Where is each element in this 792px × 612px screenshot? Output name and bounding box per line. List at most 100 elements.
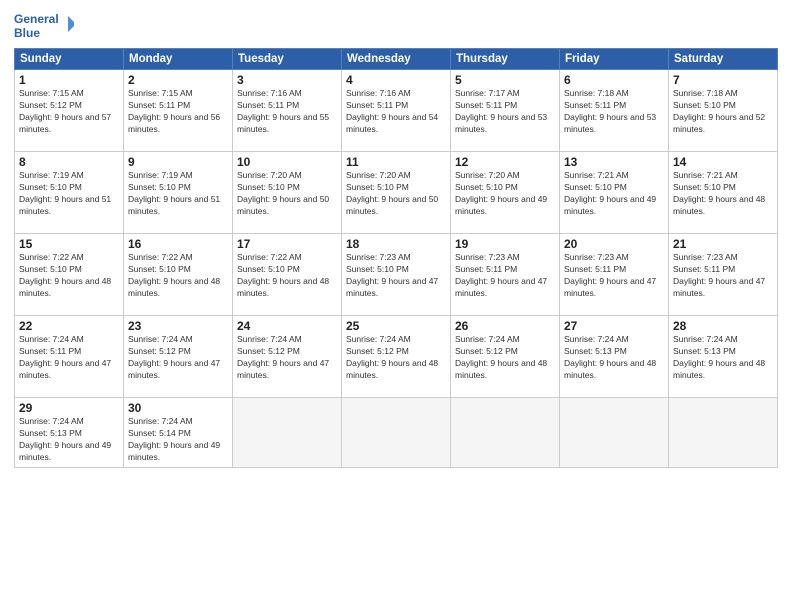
day-number: 19	[455, 237, 555, 251]
day-info: Sunrise: 7:22 AM Sunset: 5:10 PM Dayligh…	[19, 252, 119, 300]
calendar-week-row: 1 Sunrise: 7:15 AM Sunset: 5:12 PM Dayli…	[15, 70, 778, 152]
calendar-body: 1 Sunrise: 7:15 AM Sunset: 5:12 PM Dayli…	[15, 70, 778, 468]
day-number: 21	[673, 237, 773, 251]
calendar-day-cell: 25 Sunrise: 7:24 AM Sunset: 5:12 PM Dayl…	[342, 316, 451, 398]
day-info: Sunrise: 7:19 AM Sunset: 5:10 PM Dayligh…	[19, 170, 119, 218]
calendar-week-row: 15 Sunrise: 7:22 AM Sunset: 5:10 PM Dayl…	[15, 234, 778, 316]
calendar-week-row: 8 Sunrise: 7:19 AM Sunset: 5:10 PM Dayli…	[15, 152, 778, 234]
weekday-header-cell: Sunday	[15, 49, 124, 70]
calendar-week-row: 22 Sunrise: 7:24 AM Sunset: 5:11 PM Dayl…	[15, 316, 778, 398]
weekday-header-cell: Thursday	[451, 49, 560, 70]
day-info: Sunrise: 7:23 AM Sunset: 5:11 PM Dayligh…	[564, 252, 664, 300]
day-info: Sunrise: 7:23 AM Sunset: 5:11 PM Dayligh…	[455, 252, 555, 300]
day-info: Sunrise: 7:20 AM Sunset: 5:10 PM Dayligh…	[455, 170, 555, 218]
calendar-day-cell: 14 Sunrise: 7:21 AM Sunset: 5:10 PM Dayl…	[669, 152, 778, 234]
weekday-header-cell: Wednesday	[342, 49, 451, 70]
day-info: Sunrise: 7:23 AM Sunset: 5:11 PM Dayligh…	[673, 252, 773, 300]
day-number: 3	[237, 73, 337, 87]
day-info: Sunrise: 7:21 AM Sunset: 5:10 PM Dayligh…	[673, 170, 773, 218]
calendar-day-cell: 13 Sunrise: 7:21 AM Sunset: 5:10 PM Dayl…	[560, 152, 669, 234]
day-number: 5	[455, 73, 555, 87]
calendar-day-cell: 4 Sunrise: 7:16 AM Sunset: 5:11 PM Dayli…	[342, 70, 451, 152]
day-info: Sunrise: 7:24 AM Sunset: 5:13 PM Dayligh…	[19, 416, 119, 464]
day-number: 12	[455, 155, 555, 169]
day-number: 8	[19, 155, 119, 169]
day-number: 9	[128, 155, 228, 169]
calendar-day-cell: 27 Sunrise: 7:24 AM Sunset: 5:13 PM Dayl…	[560, 316, 669, 398]
day-number: 4	[346, 73, 446, 87]
day-info: Sunrise: 7:24 AM Sunset: 5:13 PM Dayligh…	[564, 334, 664, 382]
day-info: Sunrise: 7:15 AM Sunset: 5:11 PM Dayligh…	[128, 88, 228, 136]
calendar-day-cell: 16 Sunrise: 7:22 AM Sunset: 5:10 PM Dayl…	[124, 234, 233, 316]
day-info: Sunrise: 7:24 AM Sunset: 5:12 PM Dayligh…	[237, 334, 337, 382]
calendar-day-cell: 8 Sunrise: 7:19 AM Sunset: 5:10 PM Dayli…	[15, 152, 124, 234]
calendar-day-cell: 5 Sunrise: 7:17 AM Sunset: 5:11 PM Dayli…	[451, 70, 560, 152]
day-number: 2	[128, 73, 228, 87]
day-number: 1	[19, 73, 119, 87]
weekday-header-cell: Monday	[124, 49, 233, 70]
day-number: 13	[564, 155, 664, 169]
calendar-day-cell: 20 Sunrise: 7:23 AM Sunset: 5:11 PM Dayl…	[560, 234, 669, 316]
calendar-day-cell: 10 Sunrise: 7:20 AM Sunset: 5:10 PM Dayl…	[233, 152, 342, 234]
calendar-day-cell	[560, 398, 669, 468]
weekday-header-cell: Saturday	[669, 49, 778, 70]
day-number: 24	[237, 319, 337, 333]
weekday-header-cell: Friday	[560, 49, 669, 70]
day-number: 11	[346, 155, 446, 169]
day-number: 25	[346, 319, 446, 333]
calendar-day-cell	[342, 398, 451, 468]
calendar-day-cell: 6 Sunrise: 7:18 AM Sunset: 5:11 PM Dayli…	[560, 70, 669, 152]
weekday-header-cell: Tuesday	[233, 49, 342, 70]
day-number: 20	[564, 237, 664, 251]
calendar-day-cell: 11 Sunrise: 7:20 AM Sunset: 5:10 PM Dayl…	[342, 152, 451, 234]
day-number: 18	[346, 237, 446, 251]
day-info: Sunrise: 7:19 AM Sunset: 5:10 PM Dayligh…	[128, 170, 228, 218]
day-number: 26	[455, 319, 555, 333]
day-number: 15	[19, 237, 119, 251]
calendar-day-cell: 26 Sunrise: 7:24 AM Sunset: 5:12 PM Dayl…	[451, 316, 560, 398]
calendar-day-cell: 22 Sunrise: 7:24 AM Sunset: 5:11 PM Dayl…	[15, 316, 124, 398]
header: General Blue	[14, 10, 778, 42]
day-info: Sunrise: 7:24 AM Sunset: 5:11 PM Dayligh…	[19, 334, 119, 382]
calendar-day-cell	[669, 398, 778, 468]
calendar-week-row: 29 Sunrise: 7:24 AM Sunset: 5:13 PM Dayl…	[15, 398, 778, 468]
day-number: 27	[564, 319, 664, 333]
day-number: 22	[19, 319, 119, 333]
day-info: Sunrise: 7:20 AM Sunset: 5:10 PM Dayligh…	[346, 170, 446, 218]
calendar-day-cell: 30 Sunrise: 7:24 AM Sunset: 5:14 PM Dayl…	[124, 398, 233, 468]
day-info: Sunrise: 7:16 AM Sunset: 5:11 PM Dayligh…	[237, 88, 337, 136]
day-info: Sunrise: 7:20 AM Sunset: 5:10 PM Dayligh…	[237, 170, 337, 218]
calendar-day-cell: 2 Sunrise: 7:15 AM Sunset: 5:11 PM Dayli…	[124, 70, 233, 152]
calendar-day-cell: 9 Sunrise: 7:19 AM Sunset: 5:10 PM Dayli…	[124, 152, 233, 234]
day-info: Sunrise: 7:18 AM Sunset: 5:10 PM Dayligh…	[673, 88, 773, 136]
day-info: Sunrise: 7:24 AM Sunset: 5:12 PM Dayligh…	[128, 334, 228, 382]
calendar-table: SundayMondayTuesdayWednesdayThursdayFrid…	[14, 48, 778, 468]
calendar-day-cell: 29 Sunrise: 7:24 AM Sunset: 5:13 PM Dayl…	[15, 398, 124, 468]
calendar-day-cell: 3 Sunrise: 7:16 AM Sunset: 5:11 PM Dayli…	[233, 70, 342, 152]
calendar-day-cell: 28 Sunrise: 7:24 AM Sunset: 5:13 PM Dayl…	[669, 316, 778, 398]
calendar-page: General Blue SundayMondayTuesdayWednesda…	[0, 0, 792, 612]
svg-text:Blue: Blue	[14, 26, 40, 40]
day-info: Sunrise: 7:24 AM Sunset: 5:12 PM Dayligh…	[346, 334, 446, 382]
calendar-day-cell: 17 Sunrise: 7:22 AM Sunset: 5:10 PM Dayl…	[233, 234, 342, 316]
day-info: Sunrise: 7:15 AM Sunset: 5:12 PM Dayligh…	[19, 88, 119, 136]
logo-svg: General Blue	[14, 10, 74, 42]
calendar-day-cell: 24 Sunrise: 7:24 AM Sunset: 5:12 PM Dayl…	[233, 316, 342, 398]
day-number: 29	[19, 401, 119, 415]
day-info: Sunrise: 7:22 AM Sunset: 5:10 PM Dayligh…	[128, 252, 228, 300]
day-number: 30	[128, 401, 228, 415]
weekday-header-row: SundayMondayTuesdayWednesdayThursdayFrid…	[15, 49, 778, 70]
day-info: Sunrise: 7:21 AM Sunset: 5:10 PM Dayligh…	[564, 170, 664, 218]
calendar-day-cell: 7 Sunrise: 7:18 AM Sunset: 5:10 PM Dayli…	[669, 70, 778, 152]
calendar-day-cell	[451, 398, 560, 468]
day-info: Sunrise: 7:22 AM Sunset: 5:10 PM Dayligh…	[237, 252, 337, 300]
day-number: 16	[128, 237, 228, 251]
logo: General Blue	[14, 10, 74, 42]
day-number: 14	[673, 155, 773, 169]
calendar-day-cell: 1 Sunrise: 7:15 AM Sunset: 5:12 PM Dayli…	[15, 70, 124, 152]
svg-text:General: General	[14, 12, 59, 26]
day-info: Sunrise: 7:17 AM Sunset: 5:11 PM Dayligh…	[455, 88, 555, 136]
day-info: Sunrise: 7:24 AM Sunset: 5:13 PM Dayligh…	[673, 334, 773, 382]
day-info: Sunrise: 7:16 AM Sunset: 5:11 PM Dayligh…	[346, 88, 446, 136]
calendar-day-cell: 23 Sunrise: 7:24 AM Sunset: 5:12 PM Dayl…	[124, 316, 233, 398]
